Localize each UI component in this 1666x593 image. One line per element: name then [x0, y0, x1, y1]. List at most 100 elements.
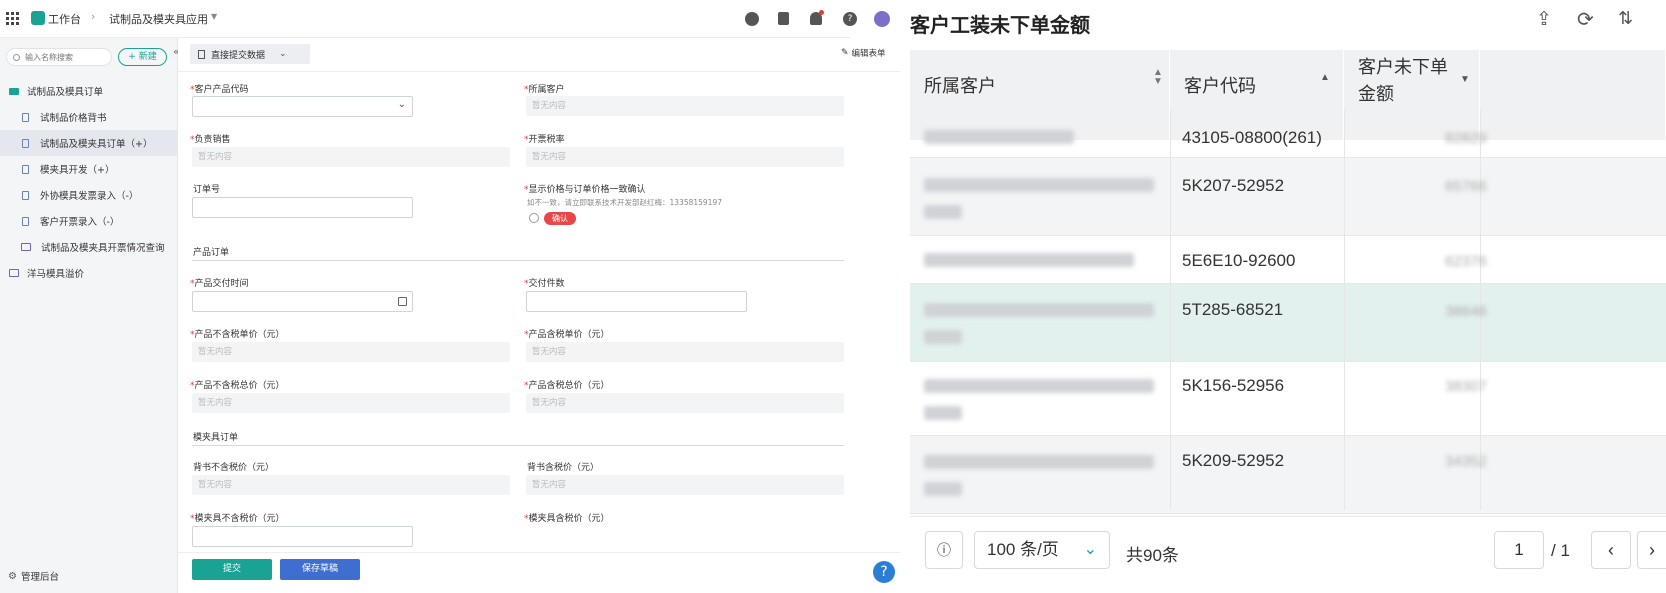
book-icon[interactable] [778, 12, 789, 25]
unit-price-ex-field: 暂无内容 [192, 342, 510, 362]
confirm-radio[interactable] [529, 213, 539, 223]
sidebar-item-label: 试制品价格背书 [40, 113, 107, 124]
report-title: 客户工装未下单金额 [910, 15, 1090, 37]
customer-code-cell: 5T285-68521 [1182, 300, 1284, 319]
column-divider [1344, 110, 1345, 510]
edit-form-button[interactable]: ✎ 编辑表单 [841, 47, 886, 59]
sidebar-item-label: 试制品及模夹具开票情况查询 [41, 243, 165, 254]
column-header-label: 客户代码 [1184, 76, 1256, 96]
column-header-label: 客户未下单金额 [1358, 57, 1448, 104]
amount-cell: 82829 [1445, 130, 1487, 147]
delivery-time-label: *产品交付时间 [190, 279, 249, 289]
customer-name-redacted [924, 482, 962, 496]
admin-backend-label: 管理后台 [20, 572, 59, 583]
sort-both-icon[interactable]: ▲ ▼ [1153, 68, 1163, 87]
refresh-icon[interactable]: ⟳ [1577, 7, 1594, 32]
more-icon[interactable]: ⋮ [1658, 6, 1666, 27]
export-icon[interactable]: ⇪ [1536, 8, 1552, 31]
sort-asc-icon[interactable]: ▲ [1320, 72, 1330, 83]
customer-product-code-select[interactable]: ⌄ [192, 96, 413, 117]
submit-mode-label: 直接提交数据 [211, 50, 266, 61]
table-row[interactable] [910, 436, 1666, 514]
apps-grid-icon[interactable] [6, 12, 19, 25]
order-no-label: 订单号 [193, 185, 221, 195]
delivery-time-input[interactable] [192, 291, 413, 312]
delivery-qty-input[interactable] [526, 291, 747, 312]
sales-label: *负责销售 [190, 135, 231, 145]
order-no-input[interactable] [192, 197, 413, 218]
sidebar-search[interactable] [6, 48, 112, 66]
app-menu-caret-icon[interactable]: ▼ [211, 12, 217, 21]
prev-page-button[interactable]: ‹ [1591, 531, 1631, 569]
notification-dot [819, 10, 824, 15]
page-size-label: 100 条/页 [987, 540, 1059, 559]
customer-name-redacted [924, 330, 962, 344]
sales-field: 暂无内容 [192, 147, 510, 167]
mold-in-label: *模夹具含税价（元） [524, 514, 610, 524]
table-row[interactable] [910, 284, 1666, 362]
sidebar-item-label: 试制品及模夹具订单（+） [40, 139, 153, 150]
sidebar-group-label: 试制品及模具订单 [27, 87, 104, 98]
help-icon[interactable]: ? [843, 12, 857, 26]
page-number-input[interactable]: 1 [1494, 531, 1544, 569]
next-page-button[interactable]: › [1637, 531, 1666, 569]
avatar[interactable] [874, 11, 890, 27]
submit-button[interactable]: 提交 [192, 559, 272, 580]
sidebar-item-customer-invoice[interactable]: 客户开票录入（-） [0, 208, 178, 234]
column-divider [1170, 110, 1171, 510]
mold-ex-input[interactable] [192, 526, 413, 547]
amount-cell: 62376 [1445, 253, 1487, 270]
form-doc-icon [22, 216, 29, 226]
total-in-label: *产品含税总价（元） [524, 381, 610, 391]
save-draft-button[interactable]: 保存草稿 [280, 559, 360, 580]
submit-mode-dropdown[interactable]: 直接提交数据 ⌄ [190, 44, 310, 64]
customer-name-redacted [924, 379, 1154, 393]
endorse-in-label: 背书含税价（元） [527, 463, 600, 473]
amount-cell: 38307 [1445, 378, 1487, 395]
compass-icon[interactable] [745, 12, 759, 26]
total-ex-label: *产品不含税总价（元） [190, 381, 285, 391]
form-panel: 直接提交数据 ⌄ ✎ 编辑表单 *客户产品代码 ⌄ *所属客户 暂无内容 *负责… [178, 38, 900, 593]
admin-backend-link[interactable]: ⚙ 管理后台 [8, 569, 59, 584]
customer-name-redacted [924, 205, 962, 219]
endorse-ex-label: 背书不含税价（元） [193, 463, 275, 473]
help-float-icon[interactable]: ? [873, 561, 895, 583]
search-input[interactable] [25, 52, 105, 62]
endorse-in-field: 暂无内容 [526, 475, 844, 495]
tax-rate-label: *开票税率 [524, 135, 565, 145]
app-name-breadcrumb[interactable]: 试制品及模夹具应用 [109, 11, 208, 27]
sidebar-item-label: 客户开票录入（-） [40, 217, 120, 228]
sidebar-group-orders[interactable]: 试制品及模具订单 [0, 78, 178, 104]
sidebar-item-trial-orders[interactable]: 试制品及模夹具订单（+） [0, 130, 178, 156]
amount-cell: 65766 [1445, 178, 1487, 195]
form-doc-icon [22, 138, 29, 148]
customer-code-cell: 5K207-52952 [1182, 176, 1285, 195]
chevron-down-icon: ⌄ [397, 99, 406, 110]
tax-rate-field: 暂无内容 [526, 147, 844, 167]
customer-name-redacted [924, 406, 962, 420]
top-bar: 工作台 › 试制品及模夹具应用 ▼ ? [0, 0, 890, 38]
workspace-link[interactable]: 工作台 [48, 11, 81, 27]
sidebar-item-mold-dev[interactable]: 模夹具开发（+） [0, 156, 178, 182]
customer-field: 暂无内容 [526, 96, 844, 116]
page-total: / 1 [1551, 541, 1570, 560]
delivery-qty-label: *交付件数 [524, 279, 565, 289]
sort-icon[interactable]: ⇅ [1618, 8, 1633, 29]
price-confirm-hint: 如不一致，请立即联系技术开发部赵红梅：13358159197 [527, 198, 722, 207]
price-confirm-label: *显示价格与订单价格一致确认 [524, 185, 646, 195]
mold-ex-label: *模夹具不含税价（元） [190, 514, 285, 524]
sort-desc-icon[interactable]: ▼ [1460, 74, 1470, 85]
table-row[interactable] [910, 158, 1666, 236]
new-button[interactable]: + 新建 [118, 48, 167, 66]
sidebar-item-outsourced-invoice[interactable]: 外协模具发票录入（-） [0, 182, 178, 208]
page-size-select[interactable]: 100 条/页 ⌄ [974, 531, 1110, 569]
sidebar-item-invoice-query[interactable]: 试制品及模夹具开票情况查询 [0, 234, 178, 260]
table-info-button[interactable]: ⓘ [925, 531, 963, 569]
column-header-label: 所属客户 [924, 76, 996, 96]
table-row[interactable] [910, 362, 1666, 436]
customer-name-redacted [924, 455, 1154, 469]
customer-name-redacted [924, 303, 1154, 317]
sidebar-item-price-endorse[interactable]: 试制品价格背书 [0, 104, 178, 130]
form-doc-icon [22, 190, 29, 200]
sidebar-item-yanmar-premium[interactable]: 洋马模具溢价 [0, 260, 178, 286]
